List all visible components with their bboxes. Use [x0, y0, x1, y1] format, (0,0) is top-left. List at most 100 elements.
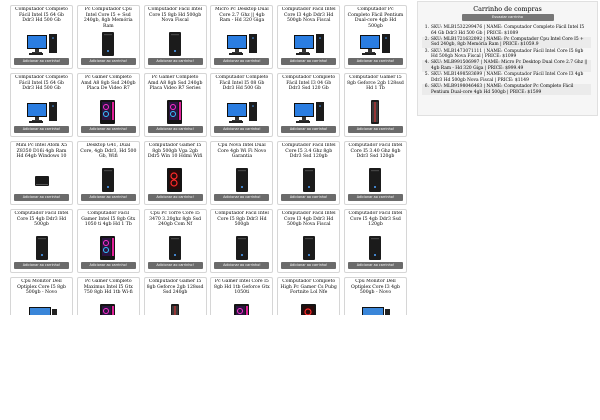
- product-title: Computador Gamer I5 8gb Geforce 2gb 128s…: [347, 75, 404, 92]
- add-to-cart-button[interactable]: Adicionar ao carrinho!: [80, 194, 136, 201]
- product-card: Computador Gamer I5 8gb 500gb Vga 2gb Dd…: [143, 141, 207, 205]
- product-image[interactable]: [78, 166, 139, 194]
- product-image[interactable]: [78, 302, 139, 315]
- product-title: Computador Fácil Intel Core I5 3.4 Ghz 8…: [281, 143, 336, 160]
- add-to-cart-button[interactable]: Adicionar ao carrinho!: [14, 58, 69, 65]
- product-card: Computador Gamer I5 8gb Geforce 2gb 128s…: [143, 277, 207, 315]
- product-image[interactable]: [345, 234, 406, 262]
- cart-item-text: SKU: MLB1473071111 | NAME: Computador Fá…: [431, 48, 584, 60]
- product-card: Computador Fácil Intel Core I5 4gb Ddr3 …: [10, 209, 73, 273]
- product-title: Computador Fácil Intel Core I5 8gb Ddr3 …: [214, 211, 269, 228]
- product-title: Pc Gamer Completo Maximus Intel I5 Gtx 7…: [83, 279, 133, 296]
- product-image[interactable]: [11, 234, 72, 262]
- add-to-cart-button[interactable]: Adicionar ao carrinho!: [214, 194, 270, 201]
- product-card: Computador Fácil Gamer Intel I5 8gb Gtx …: [76, 209, 140, 273]
- product-image[interactable]: [345, 98, 406, 126]
- product-card: Mini Pc Intel Atom X5 Z8350 D16i 4gb Ram…: [10, 141, 73, 205]
- add-to-cart-button[interactable]: Adicionar ao carrinho!: [214, 126, 270, 133]
- cart-item: 3. SKU: MLB1473071111 | NAME: Computador …: [422, 49, 591, 60]
- product-card: Computador Fácil Intel Core I3 4gb Ddr3 …: [277, 5, 341, 69]
- product-image[interactable]: [278, 98, 339, 126]
- product-image[interactable]: [211, 166, 272, 194]
- add-to-cart-button[interactable]: Adicionar ao carrinho!: [214, 58, 270, 65]
- cart-item: 6. SKU: MLB9198046463 | NAME: Computador …: [422, 83, 591, 96]
- product-title: Computador Fácil Intel Core I5 4gb Ddr3 …: [14, 211, 69, 228]
- product-card: Computador Completo Fácil Intel I3 04 Gb…: [277, 73, 341, 137]
- product-card: Computador Fácil Intel Core I5 8gb Ddr3 …: [210, 209, 274, 273]
- add-to-cart-button[interactable]: Adicionar ao carrinho!: [147, 262, 203, 269]
- product-title: Computador Completo High Pc Gamer Cs Pub…: [280, 279, 337, 296]
- product-title: Computador Fácil Intel Core I3 4gb Ddr3 …: [281, 211, 336, 228]
- add-to-cart-button[interactable]: Adicionar ao carrinho!: [347, 194, 403, 201]
- cart-item-number: 6.: [424, 83, 429, 89]
- product-image[interactable]: [145, 302, 206, 315]
- product-image[interactable]: [78, 98, 139, 126]
- empty-cart-button[interactable]: Esvaziar carrinho: [461, 14, 554, 21]
- product-image[interactable]: [278, 166, 339, 194]
- product-card: Computador Fácil Intel Core I5 3.4 Ghz 8…: [277, 141, 341, 205]
- add-to-cart-button[interactable]: Adicionar ao carrinho!: [14, 262, 69, 269]
- product-image[interactable]: [145, 30, 206, 58]
- product-card: Cpu Pc Torre Core I5 3470 3.20ghz 8gb Ss…: [143, 209, 207, 273]
- product-card: Computador Fácil Intel Core I5 3.40 Ghz …: [343, 141, 407, 205]
- product-image[interactable]: [11, 166, 72, 194]
- add-to-cart-button[interactable]: Adicionar ao carrinho!: [80, 262, 136, 269]
- product-image[interactable]: [145, 234, 206, 262]
- product-card: Computador Gamer I5 8gb Geforce 2gb 128s…: [343, 73, 407, 137]
- product-title: Micro Pc Desktop Dual Core 2.7 Ghz || 4g…: [215, 7, 269, 24]
- cart-item-text: SKU: MLB1532299476 | NAME: Computador Co…: [431, 25, 585, 36]
- product-image[interactable]: [211, 30, 272, 58]
- product-title: Computador Fácil Gamer Intel I5 8gb Gtx …: [81, 211, 136, 228]
- cart-item-number: 5.: [424, 72, 429, 78]
- product-image[interactable]: [345, 30, 406, 58]
- product-image[interactable]: [278, 30, 339, 58]
- cart-item-text: SKU: MLB1721632092 | NAME: Pc Computador…: [431, 36, 584, 48]
- product-card: Computador Fácil Intel Core I3 4gb Ddr3 …: [277, 209, 341, 273]
- add-to-cart-button[interactable]: Adicionar ao carrinho!: [80, 126, 136, 133]
- add-to-cart-button[interactable]: Adicionar ao carrinho!: [281, 194, 337, 201]
- product-image[interactable]: [345, 302, 406, 315]
- add-to-cart-button[interactable]: Adicionar ao carrinho!: [147, 126, 203, 133]
- product-image[interactable]: [145, 98, 206, 126]
- product-image[interactable]: [211, 234, 272, 262]
- add-to-cart-button[interactable]: Adicionar ao carrinho!: [347, 262, 403, 269]
- product-title: Pc Computador Cpu Intel Core I5 + Ssd 24…: [83, 7, 133, 29]
- product-image[interactable]: [11, 302, 72, 315]
- product-image[interactable]: [211, 98, 272, 126]
- add-to-cart-button[interactable]: Adicionar ao carrinho!: [347, 126, 403, 133]
- product-image[interactable]: [145, 166, 206, 194]
- product-title: Computador Completo Fácil Intel I5 64 Gb…: [15, 7, 68, 24]
- cart-item: 5. SKU: MLB1498583699 | NAME: Computador …: [422, 72, 591, 83]
- product-title: Cpu Pc Torre Core I5 3470 3.20ghz 8gb Ss…: [149, 211, 202, 228]
- product-card: Computador Completo Fácil Intel I5 64 Gb…: [10, 5, 73, 69]
- add-to-cart-button[interactable]: Adicionar ao carrinho!: [14, 194, 69, 201]
- add-to-cart-button[interactable]: Adicionar ao carrinho!: [214, 262, 270, 269]
- add-to-cart-button[interactable]: Adicionar ao carrinho!: [281, 262, 337, 269]
- cart-item-text: SKU: MLB991506997 | NAME: Micro Pc Deskt…: [431, 60, 588, 71]
- product-image[interactable]: [78, 234, 139, 262]
- add-to-cart-button[interactable]: Adicionar ao carrinho!: [14, 126, 69, 133]
- product-image[interactable]: [78, 30, 139, 58]
- add-to-cart-button[interactable]: Adicionar ao carrinho!: [80, 58, 136, 65]
- product-image[interactable]: [11, 98, 72, 126]
- product-image[interactable]: [11, 30, 72, 58]
- add-to-cart-button[interactable]: Adicionar ao carrinho!: [281, 58, 337, 65]
- product-card: Pc Gamer Intel Core I5 8gb Hd 1tb Geforc…: [210, 277, 274, 315]
- product-title: Computador Completo Fácil Intel I5 64 Gb…: [15, 75, 68, 92]
- product-image[interactable]: [345, 166, 406, 194]
- product-image[interactable]: [278, 302, 339, 315]
- product-card: Computador Completo High Pc Gamer Cs Pub…: [277, 277, 341, 315]
- cart-item-number: 4.: [424, 60, 429, 66]
- product-image[interactable]: [211, 302, 272, 315]
- product-title: Cpu Monitor Dell Optiplex Core I3 4gb 50…: [351, 279, 400, 296]
- product-title: Pc Gamer Completo Amd A8 8gb Ssd 240gb P…: [81, 75, 136, 92]
- add-to-cart-button[interactable]: Adicionar ao carrinho!: [281, 126, 337, 133]
- product-card: Pc Computador Cpu Intel Core I5 + Ssd 24…: [76, 5, 140, 69]
- product-title: Pc Gamer Intel Core I5 8gb Hd 1tb Geforc…: [214, 279, 270, 296]
- add-to-cart-button[interactable]: Adicionar ao carrinho!: [147, 58, 203, 65]
- add-to-cart-button[interactable]: Adicionar ao carrinho!: [147, 194, 203, 201]
- product-image[interactable]: [278, 234, 339, 262]
- product-title: Desktop G41, Dual Core, 4gb Ddr3, Hd 500…: [80, 143, 137, 160]
- add-to-cart-button[interactable]: Adicionar ao carrinho!: [347, 58, 403, 65]
- cart-item-number: 1.: [424, 25, 429, 30]
